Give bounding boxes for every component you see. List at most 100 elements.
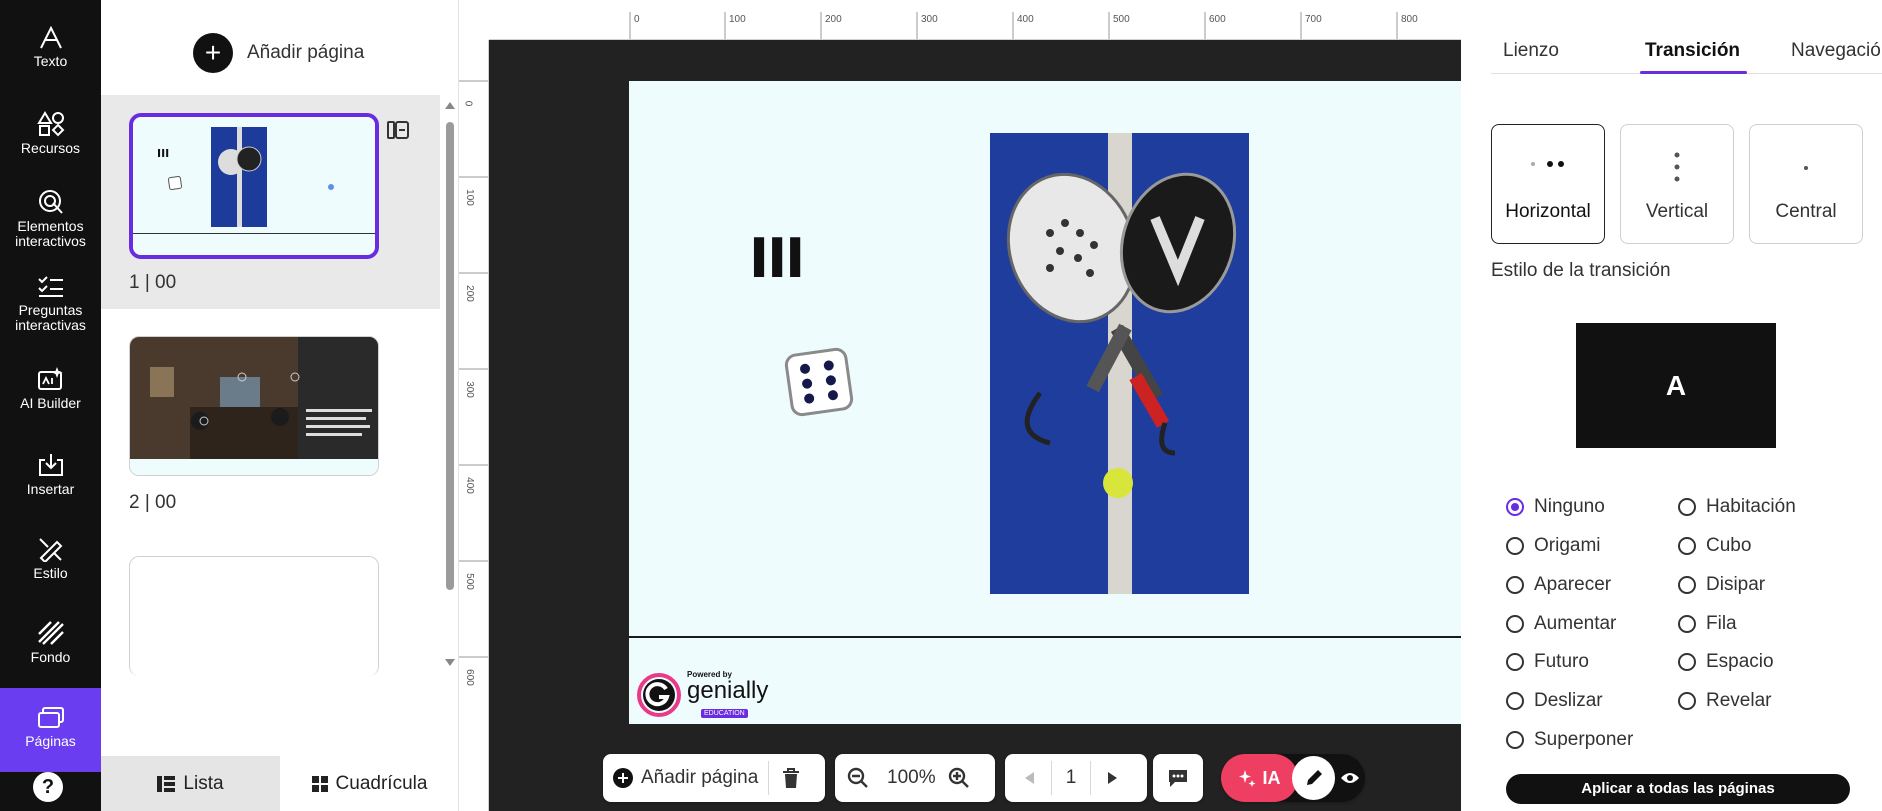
shapes-icon — [36, 111, 64, 137]
transition-option-fila[interactable]: Fila — [1678, 613, 1737, 635]
interactive-elements-label: Elementos interactivos — [15, 218, 86, 249]
page-nav-pill: 1 — [1005, 754, 1147, 802]
edit-mode-button[interactable] — [1291, 756, 1336, 800]
page-thumbnail-2[interactable] — [129, 336, 379, 476]
scroll-down-icon[interactable] — [444, 658, 456, 668]
eye-icon — [1341, 773, 1360, 783]
grid-view-tab[interactable]: Cuadrícula — [280, 756, 459, 811]
page-thumbnail-1[interactable]: III — [129, 113, 379, 259]
next-page-icon[interactable] — [1107, 771, 1119, 785]
pages-tool[interactable]: Páginas — [0, 688, 101, 772]
transition-option-deslizar[interactable]: Deslizar — [1506, 690, 1603, 712]
option-label: Origami — [1534, 535, 1601, 556]
ruler-left-label: 600 — [463, 669, 475, 686]
scroll-up-icon[interactable] — [444, 100, 456, 110]
prev-page-icon[interactable] — [1023, 771, 1035, 785]
pencil-icon — [1306, 770, 1322, 785]
transition-option-revelar[interactable]: Revelar — [1678, 690, 1771, 712]
pages-scrollbar[interactable] — [444, 100, 456, 670]
transition-option-futuro[interactable]: Futuro — [1506, 651, 1589, 673]
transition-option-habitacion[interactable]: Habitación — [1678, 496, 1796, 518]
text-tool[interactable]: Texto — [0, 26, 101, 69]
direction-horizontal-label: Horizontal — [1505, 201, 1591, 222]
background-tool[interactable]: Fondo — [0, 620, 101, 665]
page-label-2: 2 | 00 — [129, 492, 177, 513]
logo-brand: genially — [687, 677, 769, 704]
padel-photo[interactable] — [990, 133, 1249, 594]
resources-tool-label: Recursos — [20, 140, 81, 156]
vertical-dots-icon — [1674, 152, 1680, 182]
ruler-left-label: 200 — [463, 285, 475, 302]
page-1-preview: III — [133, 117, 375, 255]
zoom-level[interactable]: 100% — [887, 767, 936, 789]
zoom-out-icon[interactable] — [847, 767, 869, 789]
option-label: Disipar — [1706, 574, 1766, 595]
radio-button — [1506, 498, 1524, 516]
ruler-top-label: 300 — [921, 14, 938, 25]
ai-builder-icon — [37, 367, 62, 390]
delete-icon[interactable] — [781, 767, 801, 789]
ai-button-label: IA — [1262, 767, 1281, 788]
transition-option-ninguno[interactable]: Ninguno — [1506, 496, 1605, 518]
interactive-questions-tool[interactable]: Preguntas interactivas — [0, 275, 101, 333]
direction-central-label: Central — [1775, 201, 1837, 222]
direction-central[interactable]: Central — [1749, 124, 1863, 244]
grid-view-label: Cuadrícula — [335, 772, 428, 794]
direction-vertical[interactable]: Vertical — [1620, 124, 1734, 244]
page-thumbnail-3[interactable] — [129, 556, 379, 676]
radio-button — [1506, 576, 1524, 594]
interactive-icon — [38, 190, 63, 214]
ruler-top-label: 600 — [1209, 14, 1226, 25]
comments-button[interactable] — [1153, 754, 1203, 802]
logo-badge: EDUCATION — [701, 709, 748, 718]
apply-to-all-pages-button[interactable]: Aplicar a todas las páginas — [1506, 774, 1850, 804]
insert-tool[interactable]: Insertar — [0, 452, 101, 497]
tab-canvas[interactable]: Lienzo — [1503, 40, 1559, 62]
transition-option-disipar[interactable]: Disipar — [1678, 574, 1765, 596]
radio-button — [1678, 576, 1696, 594]
roman-numeral-text[interactable]: III — [749, 227, 805, 290]
text-tool-label: Texto — [33, 53, 68, 69]
separator — [1090, 761, 1091, 795]
transition-option-espacio[interactable]: Espacio — [1678, 651, 1774, 673]
zoom-in-icon[interactable] — [948, 767, 970, 789]
transition-option-cubo[interactable]: Cubo — [1678, 535, 1751, 557]
preview-mode-button[interactable] — [1335, 771, 1365, 785]
ai-button[interactable]: IA — [1221, 754, 1298, 802]
transition-option-aumentar[interactable]: Aumentar — [1506, 613, 1616, 635]
ruler-top-label: 400 — [1017, 14, 1034, 25]
direction-horizontal[interactable]: Horizontal — [1491, 124, 1605, 244]
transition-option-aparecer[interactable]: Aparecer — [1506, 574, 1611, 596]
page-actions-pill: Añadir página — [603, 754, 825, 802]
list-icon — [157, 775, 176, 792]
style-tool-label: Estilo — [33, 565, 68, 581]
list-view-tab[interactable]: Lista — [101, 756, 280, 811]
left-ruler-ticks — [459, 80, 488, 658]
interactive-elements-tool[interactable]: Elementos interactivos — [0, 189, 101, 249]
central-dot-icon — [1804, 166, 1808, 170]
add-page-button[interactable]: + Añadir página — [193, 33, 364, 73]
add-page-bottom-label: Añadir página — [641, 767, 759, 788]
ai-builder-tool[interactable]: AI Builder — [0, 366, 101, 411]
transition-option-origami[interactable]: Origami — [1506, 535, 1601, 557]
style-tool[interactable]: Estilo — [0, 536, 101, 581]
checklist-icon — [37, 276, 63, 297]
tab-navigation[interactable]: Navegación — [1791, 40, 1882, 62]
dice-icon[interactable] — [784, 347, 854, 417]
radio-button — [1506, 692, 1524, 710]
ruler-top-label: 0 — [634, 14, 640, 25]
transition-option-superponer[interactable]: Superponer — [1506, 729, 1633, 751]
slide-canvas[interactable]: III Powered by genially EDUCATION — [629, 81, 1461, 724]
genially-logo[interactable]: Powered by genially EDUCATION — [637, 671, 768, 719]
ruler-left-label: 400 — [463, 477, 475, 494]
page-actions-icon[interactable] — [387, 120, 409, 140]
ruler-top-label: 800 — [1401, 14, 1418, 25]
pages-tool-label: Páginas — [25, 733, 76, 749]
help-button[interactable]: ? — [33, 772, 63, 802]
page-number-input[interactable]: 1 — [1052, 767, 1090, 789]
add-page-bottom-button[interactable]: Añadir página — [603, 767, 768, 789]
option-label: Revelar — [1706, 690, 1772, 711]
resources-tool[interactable]: Recursos — [0, 111, 101, 156]
scroll-thumb[interactable] — [446, 122, 454, 590]
tab-transition[interactable]: Transición — [1645, 40, 1740, 62]
